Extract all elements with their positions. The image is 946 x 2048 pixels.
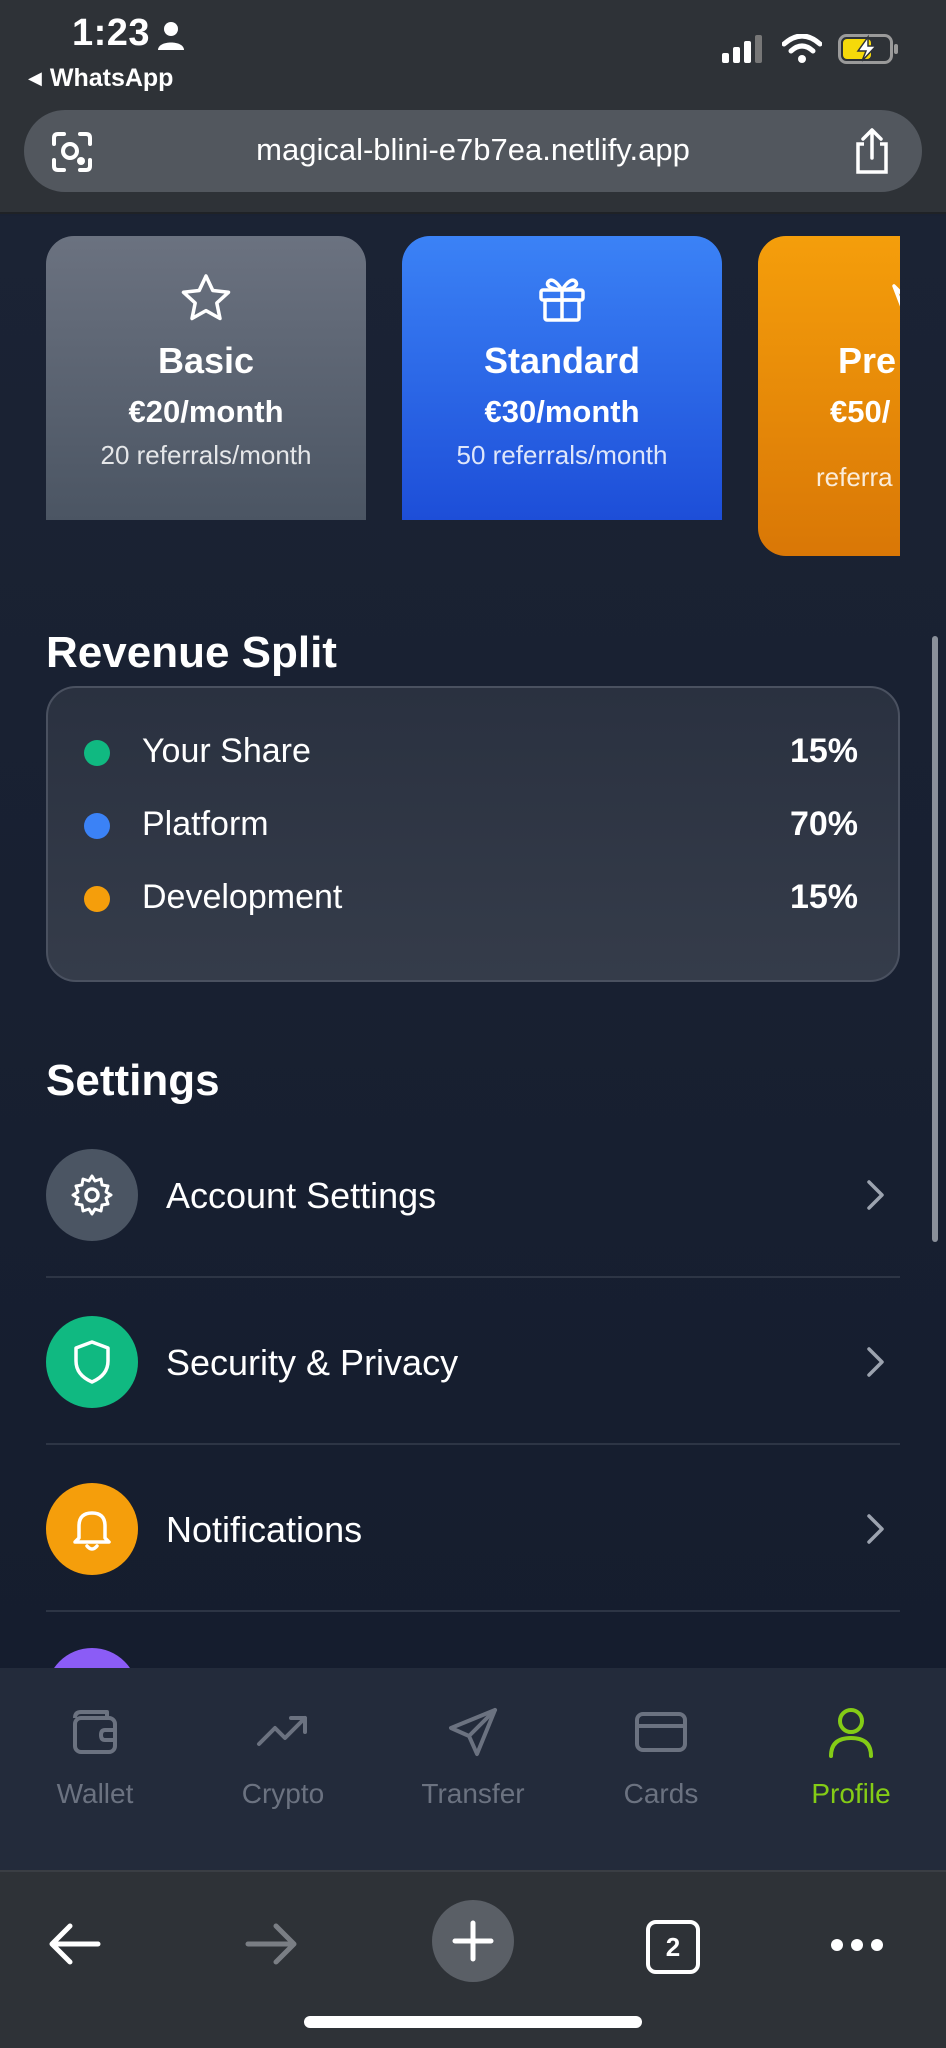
split-label: Development	[142, 878, 343, 916]
tab-label: Profile	[811, 1778, 891, 1809]
plan-card-premium[interactable]: Pre €50/ referra	[758, 236, 900, 556]
back-app-label: WhatsApp	[49, 64, 174, 92]
user-icon	[829, 1708, 873, 1758]
more-icon[interactable]	[830, 1938, 884, 1952]
share-icon[interactable]	[852, 128, 892, 174]
split-row: Development 15%	[84, 874, 858, 922]
plan-price: €30/month	[484, 394, 640, 429]
wifi-icon	[782, 34, 822, 63]
tab-profile[interactable]: Profile	[756, 1704, 946, 1810]
legend-dot	[84, 886, 110, 912]
settings-item-account[interactable]: Account Settings	[46, 1112, 900, 1278]
back-to-app-link[interactable]: ◀ WhatsApp	[28, 64, 173, 93]
gear-icon	[71, 1174, 113, 1216]
url-bar[interactable]: magical-blini-e7b7ea.netlify.app	[24, 110, 922, 192]
settings-item-label: Account Settings	[166, 1175, 437, 1216]
tab-cards[interactable]: Cards	[566, 1704, 756, 1810]
plan-card-basic[interactable]: Basic €20/month 20 referrals/month	[46, 236, 366, 520]
legend-dot	[84, 740, 110, 766]
split-value: 15%	[789, 878, 858, 916]
revenue-split-card: Your Share 15% Platform 70% Development …	[46, 686, 900, 982]
status-time: 1:23	[72, 12, 151, 54]
plan-referrals: referra	[816, 462, 893, 492]
plus-icon	[452, 1920, 494, 1962]
split-row: Your Share 15%	[84, 728, 858, 776]
split-label: Platform	[142, 805, 269, 843]
tabs-count-button[interactable]: 2	[646, 1920, 700, 1974]
plans-carousel[interactable]: Basic €20/month 20 referrals/month Stand…	[46, 236, 900, 576]
settings-icon-circle-partial	[46, 1648, 138, 1668]
plan-name: Standard	[483, 340, 641, 381]
plan-referrals: 20 referrals/month	[100, 440, 312, 470]
settings-item-label: Notifications	[166, 1509, 363, 1550]
person-icon	[158, 22, 184, 50]
tab-crypto[interactable]: Crypto	[188, 1704, 378, 1810]
trending-up-icon	[257, 1716, 307, 1746]
back-arrow-icon[interactable]	[46, 1920, 102, 1968]
new-tab-button[interactable]	[432, 1900, 514, 1982]
page-content: Basic €20/month 20 referrals/month Stand…	[0, 216, 946, 1668]
plan-price: €20/month	[128, 394, 284, 429]
revenue-split-title: Revenue Split	[46, 628, 337, 677]
settings-item-notifications[interactable]: Notifications	[46, 1446, 900, 1612]
card-icon	[635, 1712, 687, 1752]
star-icon	[181, 274, 231, 321]
send-icon	[449, 1708, 497, 1756]
plan-name: Basic	[157, 340, 255, 381]
home-indicator[interactable]	[304, 2016, 642, 2028]
back-triangle-icon: ◀	[28, 68, 42, 88]
crown-icon	[892, 284, 900, 307]
status-icons	[722, 34, 900, 64]
plan-card-standard[interactable]: Standard €30/month 50 referrals/month	[402, 236, 722, 520]
plan-referrals: 50 referrals/month	[456, 440, 668, 470]
split-value: 70%	[789, 805, 858, 843]
settings-item-security[interactable]: Security & Privacy	[46, 1279, 900, 1445]
battery-charging-icon	[838, 34, 898, 64]
settings-icon-circle	[46, 1483, 138, 1575]
cellular-signal-icon	[722, 35, 762, 63]
settings-title: Settings	[46, 1056, 220, 1105]
tab-label: Transfer	[421, 1778, 525, 1809]
tab-label: Cards	[623, 1778, 699, 1809]
shield-icon	[74, 1340, 110, 1384]
split-row: Platform 70%	[84, 801, 858, 849]
browser-top-chrome: 1:23 ◀ WhatsApp magical-blini-e7b7ea.net…	[0, 0, 946, 214]
app-tab-bar: Wallet Crypto Transfer Cards Profile	[0, 1668, 946, 1870]
tab-label: Crypto	[241, 1778, 325, 1809]
settings-icon-circle	[46, 1149, 138, 1241]
chevron-right-icon	[867, 1347, 884, 1377]
chevron-right-icon	[867, 1514, 884, 1544]
settings-icon-circle	[46, 1316, 138, 1408]
tab-wallet[interactable]: Wallet	[0, 1704, 190, 1810]
tab-label: Wallet	[56, 1778, 134, 1809]
split-value: 15%	[789, 732, 858, 770]
chevron-right-icon	[867, 1180, 884, 1210]
bell-icon	[73, 1511, 111, 1551]
plan-name: Pre	[838, 340, 897, 381]
plan-price: €50/	[830, 394, 891, 429]
scrollbar[interactable]	[932, 636, 938, 1242]
forward-arrow-icon[interactable]	[244, 1920, 300, 1968]
wallet-icon	[73, 1710, 117, 1754]
legend-dot	[84, 813, 110, 839]
gift-icon	[539, 278, 585, 322]
settings-item-label: Security & Privacy	[166, 1342, 459, 1383]
tab-transfer[interactable]: Transfer	[378, 1704, 568, 1810]
url-text[interactable]: magical-blini-e7b7ea.netlify.app	[24, 132, 922, 168]
split-label: Your Share	[142, 732, 311, 770]
